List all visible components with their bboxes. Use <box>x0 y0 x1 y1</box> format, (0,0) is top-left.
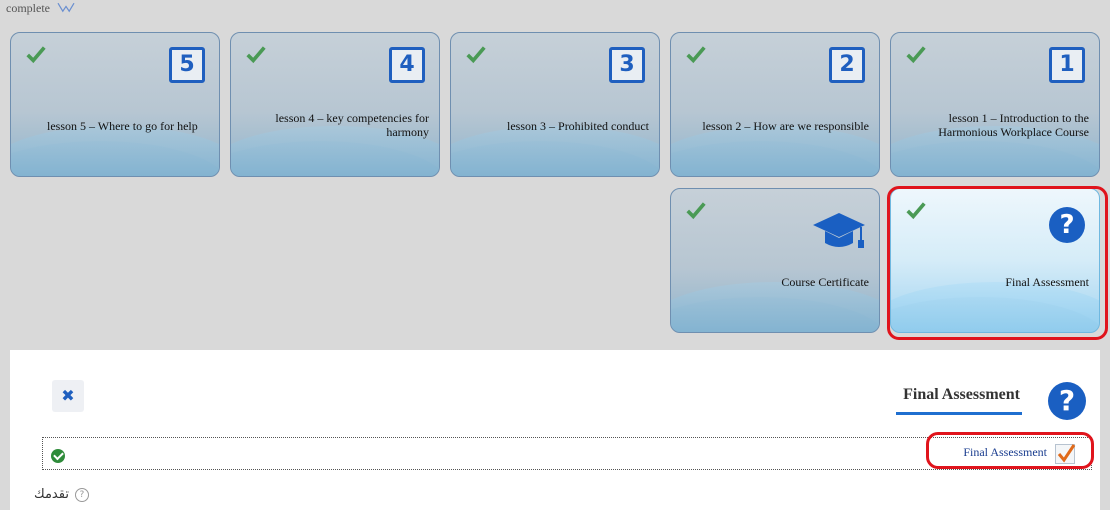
lesson-number-badge: 5 <box>169 47 205 83</box>
activity-detail-panel: ✖ Final Assessment ? Final Assessment تق… <box>10 350 1100 510</box>
lesson-title: lesson 5 – Where to go for help <box>47 119 198 133</box>
lesson-title: lesson 4 – key competencies for harmony <box>275 111 429 139</box>
progress-label: تقدمك <box>34 487 69 502</box>
check-circle-icon <box>51 449 65 463</box>
lesson-number-badge: 4 <box>389 47 425 83</box>
check-icon <box>26 46 46 64</box>
highlight-frame <box>926 432 1094 469</box>
activity-grid: complete 5 lesson 5 – Where to go for he… <box>0 0 1110 350</box>
graduation-cap-icon <box>813 213 865 248</box>
certificate-title: Course Certificate <box>781 275 869 289</box>
lesson-number-badge: 1 <box>1049 47 1085 83</box>
check-icon <box>686 202 706 220</box>
lesson-3-tile[interactable]: 3 lesson 3 – Prohibited conduct <box>450 32 660 177</box>
lesson-1-tile[interactable]: 1 lesson 1 – Introduction to the Harmoni… <box>890 32 1100 177</box>
lesson-2-tile[interactable]: 2 lesson 2 – How are we responsible <box>670 32 880 177</box>
lesson-number-badge: 3 <box>609 47 645 83</box>
star-outline-icon <box>57 2 75 13</box>
close-button[interactable]: ✖ <box>52 380 84 412</box>
check-icon <box>906 46 926 64</box>
help-icon[interactable]: ? <box>74 487 89 502</box>
completion-status-text: complete <box>6 0 50 15</box>
lesson-number-badge: 2 <box>829 47 865 83</box>
check-icon <box>686 46 706 64</box>
panel-title: Final Assessment <box>903 386 1020 403</box>
check-icon <box>246 46 266 64</box>
title-underline <box>896 412 1022 415</box>
progress-indicator: تقدمك ? <box>34 487 89 502</box>
lesson-title: lesson 2 – How are we responsible <box>702 119 869 133</box>
lesson-title: lesson 1 – Introduction to the Harmoniou… <box>938 111 1089 139</box>
question-icon: ? <box>1048 382 1086 420</box>
lesson-4-tile[interactable]: 4 lesson 4 – key competencies for harmon… <box>230 32 440 177</box>
check-icon <box>466 46 486 64</box>
lesson-title: lesson 3 – Prohibited conduct <box>507 119 649 133</box>
course-certificate-tile[interactable]: Course Certificate <box>670 188 880 333</box>
lesson-5-tile[interactable]: 5 lesson 5 – Where to go for help <box>10 32 220 177</box>
completion-status: complete <box>6 0 76 16</box>
highlight-frame <box>887 186 1108 340</box>
